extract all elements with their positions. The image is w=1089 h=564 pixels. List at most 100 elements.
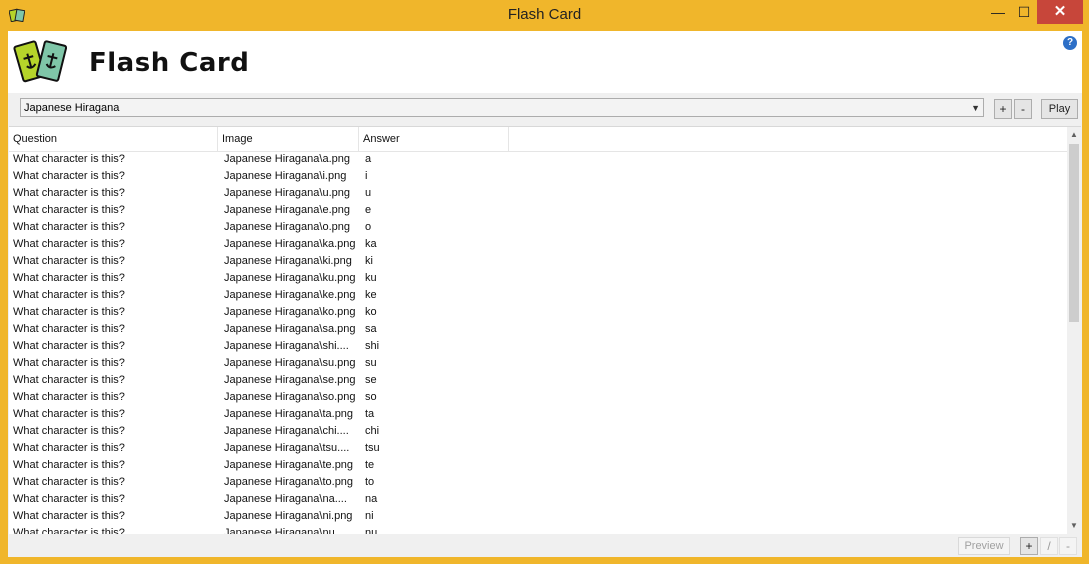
cell-image: Japanese Hiragana\nu....: [224, 527, 347, 534]
cell-image: Japanese Hiragana\so.png: [224, 391, 356, 403]
cell-answer: ka: [365, 238, 377, 250]
remove-deck-button[interactable]: -: [1014, 99, 1032, 119]
cell-image: Japanese Hiragana\te.png: [224, 459, 354, 471]
help-icon[interactable]: ?: [1063, 36, 1077, 50]
scroll-thumb[interactable]: [1069, 144, 1079, 322]
cell-answer: ko: [365, 306, 377, 318]
cell-answer: nu: [365, 527, 378, 534]
table-row[interactable]: What character is this? Japanese Hiragana…: [9, 372, 1067, 389]
table-row[interactable]: What character is this? Japanese Hiragana…: [9, 202, 1067, 219]
title-bar[interactable]: Flash Card — ☐ ✕: [0, 0, 1089, 31]
table-row[interactable]: What character is this? Japanese Hiragana…: [9, 270, 1067, 287]
table-row[interactable]: What character is this? Japanese Hiragana…: [9, 406, 1067, 423]
cell-image: Japanese Hiragana\to.png: [224, 476, 354, 488]
table-row[interactable]: What character is this? Japanese Hiragana…: [9, 423, 1067, 440]
column-header-question[interactable]: Question: [9, 127, 218, 151]
cell-answer: e: [365, 204, 372, 216]
add-deck-button[interactable]: +: [994, 99, 1012, 119]
deck-toolbar: Japanese Hiragana ▼ + - Play: [8, 93, 1082, 125]
table-row[interactable]: What character is this? Japanese Hiragana…: [9, 151, 1067, 168]
table-row[interactable]: What character is this? Japanese Hiragana…: [9, 287, 1067, 304]
remove-card-button[interactable]: -: [1059, 537, 1077, 555]
cell-answer: to: [365, 476, 375, 488]
cell-question: What character is this?: [13, 442, 125, 454]
cell-question: What character is this?: [13, 272, 125, 284]
cell-image: Japanese Hiragana\chi....: [224, 425, 349, 437]
cell-answer: o: [365, 221, 372, 233]
table-row[interactable]: What character is this? Japanese Hiragana…: [9, 338, 1067, 355]
minimize-button[interactable]: —: [984, 0, 1012, 24]
table-row[interactable]: What character is this? Japanese Hiragana…: [9, 389, 1067, 406]
cell-answer: a: [365, 153, 372, 165]
deck-dropdown[interactable]: Japanese Hiragana ▼: [20, 98, 984, 117]
cell-question: What character is this?: [13, 527, 125, 534]
cell-answer: ki: [365, 255, 373, 267]
scroll-up-arrow-icon[interactable]: ▲: [1067, 127, 1081, 143]
cell-image: Japanese Hiragana\ku.png: [224, 272, 356, 284]
table-row[interactable]: What character is this? Japanese Hiragana…: [9, 508, 1067, 525]
table-row[interactable]: What character is this? Japanese Hiragana…: [9, 321, 1067, 338]
cell-question: What character is this?: [13, 476, 125, 488]
scroll-down-arrow-icon[interactable]: ▼: [1067, 518, 1081, 534]
cell-question: What character is this?: [13, 221, 125, 233]
cell-image: Japanese Hiragana\ka.png: [224, 238, 356, 250]
cell-question: What character is this?: [13, 510, 125, 522]
cell-answer: ta: [365, 408, 375, 420]
cell-image: Japanese Hiragana\shi....: [224, 340, 349, 352]
cell-question: What character is this?: [13, 204, 125, 216]
card-list[interactable]: Question Image Answer What character is …: [9, 126, 1081, 534]
cell-image: Japanese Hiragana\ki.png: [224, 255, 352, 267]
cell-answer: na: [365, 493, 378, 505]
cell-question: What character is this?: [13, 255, 125, 267]
edit-card-button[interactable]: /: [1040, 537, 1058, 555]
app-header: Flash Card ?: [8, 31, 1082, 93]
cell-question: What character is this?: [13, 493, 125, 505]
column-header-image[interactable]: Image: [218, 127, 359, 151]
cell-image: Japanese Hiragana\sa.png: [224, 323, 356, 335]
table-row[interactable]: What character is this? Japanese Hiragana…: [9, 253, 1067, 270]
cell-answer: u: [365, 187, 372, 199]
maximize-button[interactable]: ☐: [1010, 0, 1038, 24]
cell-image: Japanese Hiragana\tsu....: [224, 442, 350, 454]
cell-question: What character is this?: [13, 459, 125, 471]
cell-image: Japanese Hiragana\a.png: [224, 153, 350, 165]
table-row[interactable]: What character is this? Japanese Hiragana…: [9, 440, 1067, 457]
table-row[interactable]: What character is this? Japanese Hiragana…: [9, 304, 1067, 321]
table-row[interactable]: What character is this? Japanese Hiragana…: [9, 219, 1067, 236]
cell-question: What character is this?: [13, 153, 125, 165]
deck-selected-value: Japanese Hiragana: [24, 102, 120, 114]
table-row[interactable]: What character is this? Japanese Hiragana…: [9, 457, 1067, 474]
table-row[interactable]: What character is this? Japanese Hiragana…: [9, 236, 1067, 253]
table-row[interactable]: What character is this? Japanese Hiragana…: [9, 185, 1067, 202]
cell-image: Japanese Hiragana\u.png: [224, 187, 350, 199]
app-title: Flash Card: [89, 48, 250, 78]
cell-answer: su: [365, 357, 377, 369]
cell-question: What character is this?: [13, 187, 125, 199]
column-header-answer[interactable]: Answer: [359, 127, 509, 151]
add-card-button[interactable]: +: [1020, 537, 1038, 555]
table-row[interactable]: What character is this? Japanese Hiragana…: [9, 474, 1067, 491]
vertical-scrollbar[interactable]: ▲ ▼: [1067, 127, 1081, 534]
preview-button[interactable]: Preview: [958, 537, 1010, 555]
cell-answer: se: [365, 374, 377, 386]
cell-image: Japanese Hiragana\ko.png: [224, 306, 356, 318]
cell-question: What character is this?: [13, 357, 125, 369]
table-row[interactable]: What character is this? Japanese Hiragana…: [9, 525, 1067, 534]
table-row[interactable]: What character is this? Japanese Hiragana…: [9, 168, 1067, 185]
client-area: Flash Card ? Japanese Hiragana ▼ + - Pla…: [8, 31, 1082, 557]
table-row[interactable]: What character is this? Japanese Hiragana…: [9, 355, 1067, 372]
close-button[interactable]: ✕: [1037, 0, 1083, 24]
table-row[interactable]: What character is this? Japanese Hiragana…: [9, 491, 1067, 508]
cell-answer: ke: [365, 289, 377, 301]
cell-answer: ku: [365, 272, 377, 284]
cell-answer: te: [365, 459, 375, 471]
cell-question: What character is this?: [13, 425, 125, 437]
chevron-down-icon: ▼: [971, 103, 980, 113]
play-button[interactable]: Play: [1041, 99, 1078, 119]
cell-image: Japanese Hiragana\i.png: [224, 170, 347, 182]
list-header: Question Image Answer: [9, 127, 1067, 152]
cell-question: What character is this?: [13, 408, 125, 420]
cell-answer: i: [365, 170, 368, 182]
cell-image: Japanese Hiragana\ta.png: [224, 408, 354, 420]
cell-answer: so: [365, 391, 377, 403]
